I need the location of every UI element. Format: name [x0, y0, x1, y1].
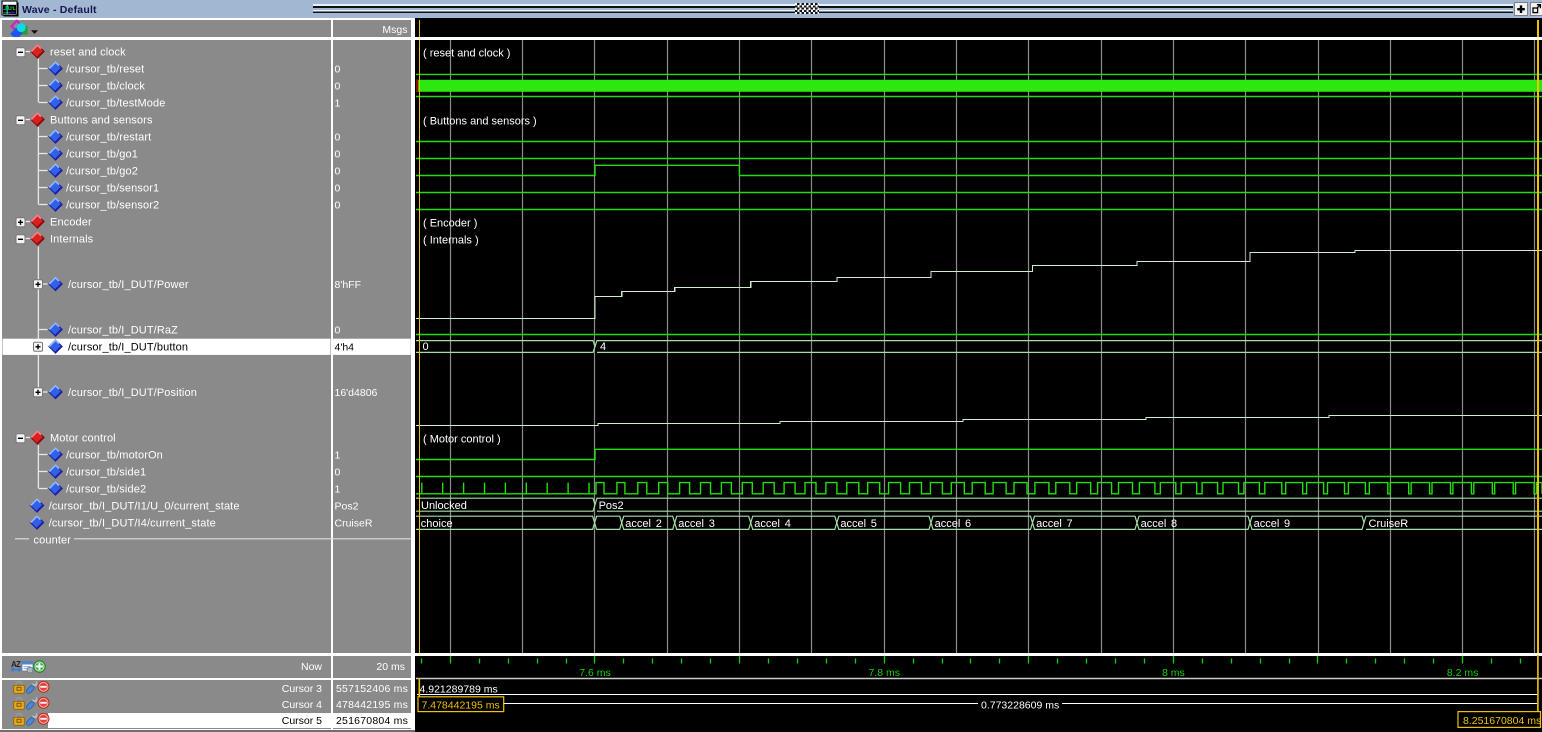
svg-text:7.478442195 ms: 7.478442195 ms — [422, 700, 500, 712]
svg-text:0: 0 — [335, 199, 341, 211]
svg-text:4: 4 — [600, 341, 606, 353]
svg-text:8.251670804 ms: 8.251670804 ms — [1463, 715, 1541, 727]
svg-text:accel: accel — [754, 518, 780, 530]
svg-text:7: 7 — [1067, 518, 1073, 530]
svg-text:1: 1 — [335, 449, 341, 461]
svg-text:0: 0 — [423, 341, 429, 353]
svg-text:0: 0 — [335, 324, 341, 336]
svg-text:accel: accel — [1141, 518, 1167, 530]
svg-text:accel: accel — [935, 518, 961, 530]
svg-text:0: 0 — [335, 131, 341, 143]
svg-text:( Internals ): ( Internals ) — [423, 235, 479, 247]
svg-text:0: 0 — [335, 63, 341, 75]
svg-text:choice: choice — [421, 518, 453, 530]
svg-text:accel: accel — [625, 518, 651, 530]
svg-text:CruiseR: CruiseR — [1369, 518, 1409, 530]
svg-text:( Motor control ): ( Motor control ) — [423, 434, 501, 446]
svg-text:( reset and clock ): ( reset and clock ) — [423, 48, 510, 60]
svg-text:Pos2: Pos2 — [335, 500, 359, 512]
svg-text:0: 0 — [335, 148, 341, 160]
svg-text:accel: accel — [1254, 518, 1280, 530]
svg-text:3: 3 — [709, 518, 715, 530]
svg-text:2: 2 — [656, 518, 662, 530]
svg-text:8: 8 — [1171, 518, 1177, 530]
svg-text:0.773228609 ms: 0.773228609 ms — [981, 700, 1059, 712]
svg-text:0: 0 — [335, 182, 341, 194]
svg-text:9: 9 — [1284, 518, 1290, 530]
svg-text:0: 0 — [335, 80, 341, 92]
svg-text:8.2 ms: 8.2 ms — [1447, 667, 1479, 679]
svg-text:7.6 ms: 7.6 ms — [579, 667, 611, 679]
svg-text:accel: accel — [1036, 518, 1062, 530]
svg-text:16'd4806: 16'd4806 — [335, 387, 378, 399]
svg-text:accel: accel — [678, 518, 704, 530]
svg-text:Pos2: Pos2 — [599, 500, 624, 512]
svg-text:( Buttons and sensors ): ( Buttons and sensors ) — [423, 116, 537, 128]
svg-text:5: 5 — [871, 518, 877, 530]
svg-text:Unlocked: Unlocked — [421, 500, 467, 512]
svg-text:6: 6 — [965, 518, 971, 530]
svg-text:0: 0 — [335, 466, 341, 478]
svg-text:( Encoder ): ( Encoder ) — [423, 218, 477, 230]
svg-text:1: 1 — [335, 483, 341, 495]
svg-text:CruiseR: CruiseR — [335, 517, 373, 529]
svg-text:1: 1 — [335, 97, 341, 109]
svg-text:4'h4: 4'h4 — [335, 341, 355, 353]
svg-text:8'hFF: 8'hFF — [335, 279, 362, 291]
svg-text:0: 0 — [335, 165, 341, 177]
svg-text:4.921289789 ms: 4.921289789 ms — [420, 683, 498, 695]
svg-text:8 ms: 8 ms — [1162, 667, 1185, 679]
svg-text:4: 4 — [785, 518, 791, 530]
svg-text:7.8 ms: 7.8 ms — [868, 667, 900, 679]
svg-text:accel: accel — [840, 518, 866, 530]
